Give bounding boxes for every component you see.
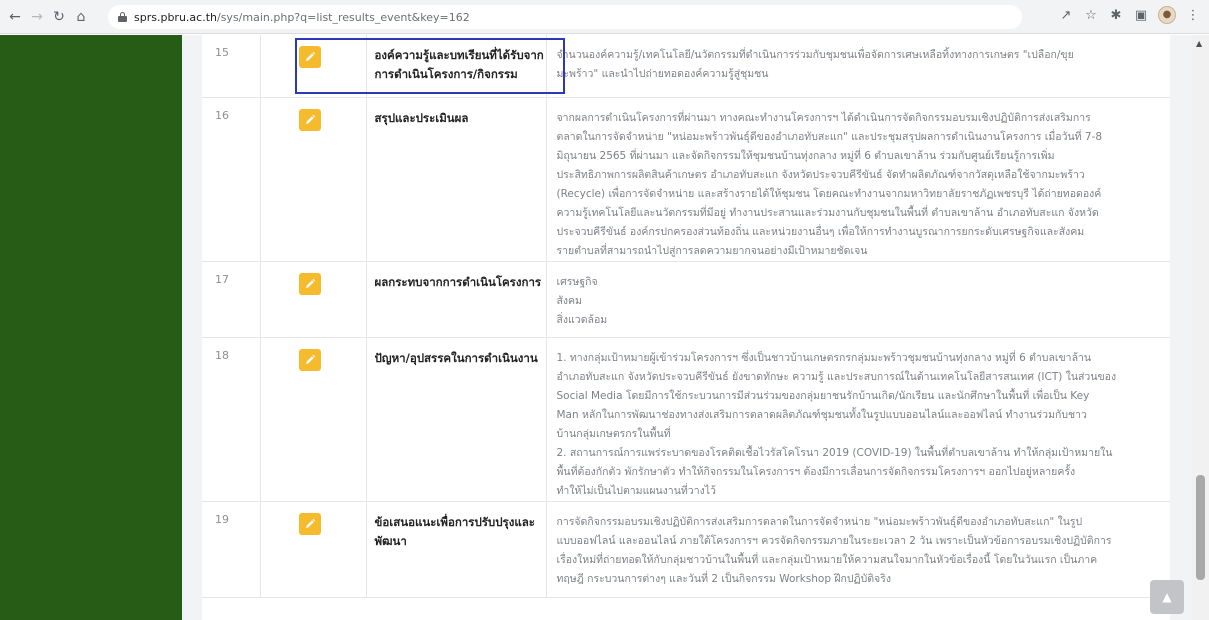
scrollbar[interactable]: ▲	[1192, 35, 1209, 620]
row-number: 18	[202, 337, 261, 502]
edit-cell	[260, 261, 367, 338]
value-line: ตลาดในการจัดจำหน่าย "หน่อมะพร้าวพันธุ์ดี…	[556, 130, 1103, 143]
row-number: 17	[202, 261, 261, 338]
label-line: ข้อเสนอแนะเพื่อการปรับปรุงและ	[374, 514, 535, 529]
edit-cell	[260, 501, 367, 598]
field-value: เศรษฐกิจสังคมสิ่งแวดล้อม	[546, 261, 1170, 338]
label-line: พัฒนา	[374, 533, 407, 548]
table-row: 16 สรุปและประเมินผล จากผลการดำเนินโครงการท…	[202, 97, 1170, 262]
address-bar[interactable]: sprs.pbru.ac.th/sys/main.php?q=list_resu…	[108, 5, 1022, 29]
row-number: 19	[202, 501, 261, 598]
forward-icon[interactable]: →	[26, 6, 48, 28]
sidebar-icon[interactable]: ▣	[1133, 8, 1149, 23]
value-line: Man หลักในการพัฒนาช่องทางส่งเสริมการตลาด…	[556, 408, 1087, 421]
main-content: 15 องค์ความรู้และบทเรียนที่ได้รับจาก การดำ…	[182, 35, 1192, 620]
label-line: ปัญหา/อุปสรรคในการดำเนินงาน	[374, 350, 538, 365]
table-row: 18 ปัญหา/อุปสรรคในการดำเนินงาน 1. ทางกลุ่ม…	[202, 337, 1170, 502]
browser-toolbar: ← → ↻ ⌂ sprs.pbru.ac.th/sys/main.php?q=l…	[0, 0, 1209, 34]
results-table: 15 องค์ความรู้และบทเรียนที่ได้รับจาก การดำ…	[202, 35, 1170, 598]
pencil-icon	[305, 518, 315, 528]
value-line: เศรษฐกิจ	[556, 275, 598, 288]
value-line: บ้านกลุ่มเกษตรกรในพื้นที่	[556, 427, 671, 440]
value-line: ทฤษฎี กระบวนการต่างๆ และวันที่ 2 เป็นกิจ…	[556, 572, 891, 585]
pencil-icon	[305, 278, 315, 288]
field-value: การจัดกิจกรรมอบรมเชิงปฏิบัติการส่งเสริมก…	[546, 501, 1170, 598]
share-icon[interactable]: ↗	[1058, 8, 1074, 23]
scroll-up-arrow-icon[interactable]: ▲	[1196, 39, 1202, 48]
value-line: อำเภอทับสะแก จังหวัดประจวบคีรีขันธ์ ยังข…	[556, 370, 1117, 383]
edit-button[interactable]	[298, 108, 321, 131]
lock-icon[interactable]	[118, 12, 127, 22]
value-line: จากผลการดำเนินโครงการที่ผ่านมา ทางคณะทำง…	[556, 111, 1091, 124]
star-icon[interactable]: ☆	[1083, 8, 1099, 23]
value-line: แบบออฟไลน์ และออนไลน์ ภายใต้โครงการฯ ควร…	[556, 534, 1112, 547]
label-line: สรุปและประเมินผล	[374, 110, 469, 125]
home-icon[interactable]: ⌂	[70, 6, 92, 28]
value-line: พื้นที่ต้องกักตัว พักรักษาตัว ทำให้กิจกร…	[556, 465, 1076, 478]
value-line: Social Media โดยมีการใช้กระบวนการมีส่วนร…	[556, 389, 1090, 402]
url-text[interactable]: sprs.pbru.ac.th/sys/main.php?q=list_resu…	[134, 11, 470, 24]
field-value: จำนวนองค์ความรู้/เทคโนโลยี/นวัตกรรมที่ดำ…	[546, 35, 1170, 98]
value-line: (Recycle) เพื่อการจัดจำหน่าย และสร้างราย…	[556, 187, 1102, 200]
reload-icon[interactable]: ↻	[48, 6, 70, 28]
back-icon[interactable]: ←	[4, 6, 26, 28]
value-line: เรื่องใหม่ที่ถ่ายทอดให้กับกลุ่มชาวบ้านใน…	[556, 553, 1098, 566]
row-number: 16	[202, 97, 261, 262]
value-line: รายตำบลที่สามารถนำไปสู่การลดความยากจนอย่…	[556, 244, 868, 257]
value-line: การจัดกิจกรรมอบรมเชิงปฏิบัติการส่งเสริมก…	[556, 515, 1083, 528]
profile-avatar[interactable]: ●	[1158, 6, 1176, 24]
row-number: 15	[202, 35, 261, 98]
page-viewport: 15 องค์ความรู้และบทเรียนที่ได้รับจาก การดำ…	[0, 35, 1209, 620]
edit-cell	[260, 97, 367, 262]
value-line: จำนวนองค์ความรู้/เทคโนโลยี/นวัตกรรมที่ดำ…	[556, 49, 1074, 61]
value-line: 1. ทางกลุ่มเป้าหมายผู้เข้าร่วมโครงการฯ ซ…	[556, 351, 1092, 364]
scroll-thumb[interactable]	[1196, 475, 1205, 580]
label-line: ผลกระทบจากการดำเนินโครงการ	[374, 274, 542, 289]
back-to-top-button[interactable]: ▲	[1150, 580, 1184, 614]
pencil-icon	[305, 114, 315, 124]
value-line: ประสิทธิภาพการผลิตสินค้าเกษตร อำเภอทับสะ…	[556, 168, 1085, 181]
field-value: จากผลการดำเนินโครงการที่ผ่านมา ทางคณะทำง…	[546, 97, 1170, 262]
edit-button[interactable]	[298, 348, 321, 371]
field-label: ผลกระทบจากการดำเนินโครงการ	[366, 261, 547, 338]
extensions-icon[interactable]: ✱	[1108, 8, 1124, 23]
sidebar	[0, 35, 182, 620]
pencil-icon	[305, 354, 315, 364]
field-label: ข้อเสนอแนะเพื่อการปรับปรุงและพัฒนา	[366, 501, 547, 598]
value-line: ทำให้ไม่เป็นไปตามแผนงานที่วางไว้	[556, 484, 716, 497]
table-row: 17 ผลกระทบจากการดำเนินโครงการ เศรษฐกิจสังค…	[202, 261, 1170, 338]
edit-cell	[260, 337, 367, 502]
menu-icon[interactable]: ⋮	[1185, 8, 1201, 23]
value-line: มะพร้าว" และนำไปถ่ายทอดองค์ความรู้สู่ชุม…	[556, 68, 769, 80]
highlight-box	[295, 38, 565, 94]
value-line: สังคม	[556, 294, 582, 307]
field-label: ปัญหา/อุปสรรคในการดำเนินงาน	[366, 337, 547, 502]
field-value: 1. ทางกลุ่มเป้าหมายผู้เข้าร่วมโครงการฯ ซ…	[546, 337, 1170, 502]
value-line: 2. สถานการณ์การแพร่ระบาดของโรคติดเชื้อไว…	[556, 446, 1113, 459]
value-line: มิถุนายน 2565 ที่ผ่านมา และจัดกิจกรรมให้…	[556, 149, 1055, 162]
value-line: สิ่งแวดล้อม	[556, 313, 608, 326]
value-line: ความรู้เทคโนโลยีและนวัตกรรมที่มีอยู่ ทำง…	[556, 206, 1099, 219]
edit-button[interactable]	[298, 272, 321, 295]
edit-button[interactable]	[298, 512, 321, 535]
results-card: 15 องค์ความรู้และบทเรียนที่ได้รับจาก การดำ…	[202, 35, 1170, 620]
table-row: 19 ข้อเสนอแนะเพื่อการปรับปรุงและพัฒนา การจ…	[202, 501, 1170, 598]
value-line: ประจวบคีรีขันธ์ องค์กรปกครองส่วนท้องถิ่น…	[556, 225, 1085, 238]
field-label: สรุปและประเมินผล	[366, 97, 547, 262]
